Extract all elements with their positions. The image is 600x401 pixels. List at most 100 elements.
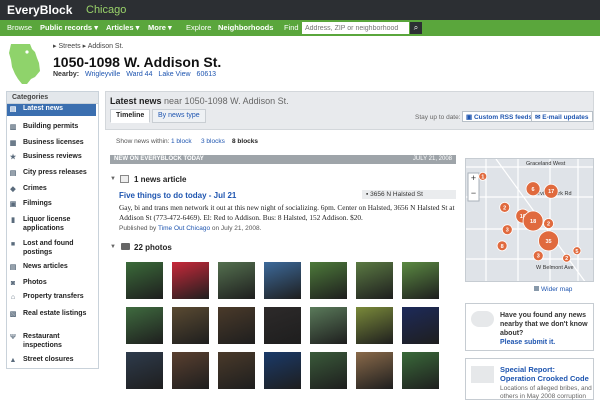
license-icon: ▦ — [9, 140, 17, 147]
breadcrumb-streets[interactable]: Streets — [58, 43, 80, 50]
category-label: Property transfers — [23, 293, 84, 300]
bottle-icon: ▮ — [11, 217, 15, 224]
chicago-map-icon — [9, 44, 40, 84]
map-markers: 16 172101832358352 — [478, 171, 582, 263]
category-item[interactable]: ★ Business reviews — [7, 152, 96, 166]
photo-thumbnail-manhole-cover[interactable] — [172, 307, 209, 344]
photo-thumbnail-car-interior[interactable] — [172, 352, 209, 389]
nav-browse: Browse — [7, 23, 33, 32]
category-item[interactable]: Ψ Restaurant inspections — [7, 332, 96, 354]
category-item[interactable]: ▥ Building permits — [7, 122, 96, 136]
news-article-count: 1 news article — [134, 175, 187, 184]
nav-public-records[interactable]: Public records ▾ — [40, 23, 98, 32]
email-updates-button[interactable]: ✉ E-mail updates — [531, 111, 593, 122]
category-item[interactable]: ▣ Filmings — [7, 199, 96, 213]
photo-thumbnail-hot-dog-cup[interactable] — [172, 262, 209, 299]
photo-thumbnail-pitcher[interactable] — [356, 262, 393, 299]
photo-thumbnail-phone-screen[interactable] — [402, 307, 439, 344]
section-date: JULY 21, 2008 — [412, 156, 452, 162]
nearby-link[interactable]: Ward 44 — [126, 71, 152, 78]
newspaper-icon — [120, 175, 129, 183]
photo-thumbnail-wrigley-field[interactable] — [402, 262, 439, 299]
photo-thumbnail-batter[interactable] — [264, 262, 301, 299]
photo-thumbnail-fans-in-stands[interactable] — [218, 307, 255, 344]
article-title-link[interactable]: Five things to do today - Jul 21 — [119, 191, 236, 200]
category-item[interactable]: ▤ City press releases — [7, 168, 96, 182]
news-map[interactable]: + − Graceland West W Irving Park Rd W Be… — [465, 158, 594, 282]
collapse-arrow-icon[interactable]: ▼ — [110, 244, 116, 250]
location-search-input[interactable] — [302, 22, 409, 34]
wider-map-link[interactable]: Wider map — [541, 286, 572, 293]
category-label: News articles — [23, 263, 68, 270]
fork-icon: Ψ — [10, 334, 16, 341]
photo-thumbnail-scoreboard[interactable] — [310, 352, 347, 389]
radius-1-block[interactable]: 1 block — [171, 138, 192, 145]
photo-thumbnail-baseball-play[interactable] — [402, 352, 439, 389]
map-marker-count: 5 — [575, 249, 578, 255]
photo-thumbnail-night-street[interactable] — [126, 352, 163, 389]
category-item[interactable]: ▤ News articles — [7, 262, 96, 276]
category-label: City press releases — [23, 169, 87, 176]
category-label: Lost and found postings — [23, 240, 74, 256]
zoom-out-icon[interactable]: − — [471, 188, 476, 198]
city-name[interactable]: Chicago — [86, 4, 126, 16]
map-canvas[interactable]: + − Graceland West W Irving Park Rd W Be… — [466, 159, 594, 282]
section-date-bar: NEW ON EVERYBLOCK TODAY JULY 21, 2008 — [110, 155, 456, 164]
search-button[interactable]: ⌕ — [410, 22, 422, 34]
photo-thumbnail-pitcher[interactable] — [310, 262, 347, 299]
breadcrumb: ▸ Streets ▸ Addison St. — [53, 42, 124, 50]
photo-thumbnail-baseball-field[interactable] — [126, 262, 163, 299]
category-item[interactable]: ◙ Photos — [7, 278, 96, 292]
publisher-link[interactable]: Time Out Chicago — [158, 225, 210, 232]
category-item[interactable]: ▦ Business licenses — [7, 138, 96, 152]
building-icon: ▥ — [9, 124, 17, 131]
stay-up-to-date-label: Stay up to date: — [415, 114, 461, 121]
category-item[interactable]: ▧ Real estate listings — [7, 309, 96, 331]
zoom-in-icon[interactable]: + — [471, 173, 476, 183]
photo-thumbnail-ballpark-stands[interactable] — [310, 307, 347, 344]
tab-by-news-type[interactable]: By news type — [152, 109, 206, 123]
everyblock-logo[interactable]: EveryBlock — [7, 3, 72, 17]
camera-icon — [121, 243, 130, 250]
collapse-arrow-icon[interactable]: ▼ — [110, 176, 116, 182]
nav-more[interactable]: More ▾ — [148, 23, 172, 32]
article-location-badge[interactable]: ▪ 3656 N Halsted St — [362, 190, 456, 199]
category-item[interactable]: ◆ Crimes — [7, 184, 96, 198]
news-title: Latest news near 1050-1098 W. Addison St… — [110, 96, 289, 106]
photo-thumbnail-ballpark-scoreboard[interactable] — [218, 262, 255, 299]
category-item[interactable]: ⌂ Property transfers — [7, 292, 96, 306]
map-marker-count: 18 — [530, 219, 536, 225]
photo-thumbnail-dark-scene[interactable] — [264, 307, 301, 344]
nav-neighborhoods[interactable]: Neighborhoods — [218, 23, 273, 32]
star-icon: ★ — [9, 154, 17, 161]
special-report-title[interactable]: Special Report: Operation Crooked Code — [500, 365, 592, 383]
radius-3-blocks[interactable]: 3 blocks — [201, 138, 225, 145]
nav-articles[interactable]: Articles ▾ — [106, 23, 139, 32]
custom-rss-button[interactable]: ▣ Custom RSS feeds — [462, 111, 537, 122]
map-marker-count: 3 — [537, 254, 540, 260]
photo-thumbnail-target-logo[interactable] — [264, 352, 301, 389]
category-item[interactable]: ▤ Latest news — [7, 104, 96, 116]
film-icon: ▣ — [9, 201, 17, 208]
submit-news-link[interactable]: Please submit it. — [500, 338, 590, 347]
photo-thumbnail-infield[interactable] — [356, 307, 393, 344]
chevron-down-icon: ▾ — [133, 23, 140, 32]
tab-timeline[interactable]: Timeline — [110, 109, 151, 123]
map-marker-count: 35 — [545, 239, 551, 245]
nearby-link[interactable]: 60613 — [197, 71, 216, 78]
map-label-belmont: W Belmont Ave — [536, 265, 574, 271]
map-marker-count: 1 — [481, 174, 484, 180]
photo-thumbnail-restaurant-interior[interactable] — [218, 352, 255, 389]
nearby-link[interactable]: Lake View — [158, 71, 190, 78]
photo-thumbnail-face-portrait[interactable] — [356, 352, 393, 389]
category-item[interactable]: ■ Lost and found postings — [7, 239, 96, 261]
breadcrumb-street[interactable]: Addison St. — [88, 43, 124, 50]
category-item[interactable]: ▲ Street closures — [7, 355, 96, 369]
house-icon: ⌂ — [10, 294, 16, 301]
radius-8-blocks[interactable]: 8 blocks — [232, 138, 258, 145]
article-body: Gay, bi and trans men network it out at … — [119, 203, 455, 222]
category-item[interactable]: ▮ Liquor license applications — [7, 215, 96, 237]
photo-thumbnail-stadium-crowd[interactable] — [126, 307, 163, 344]
nearby-link[interactable]: Wrigleyville — [85, 71, 120, 78]
news-title-location: near 1050-1098 W. Addison St. — [164, 96, 289, 106]
